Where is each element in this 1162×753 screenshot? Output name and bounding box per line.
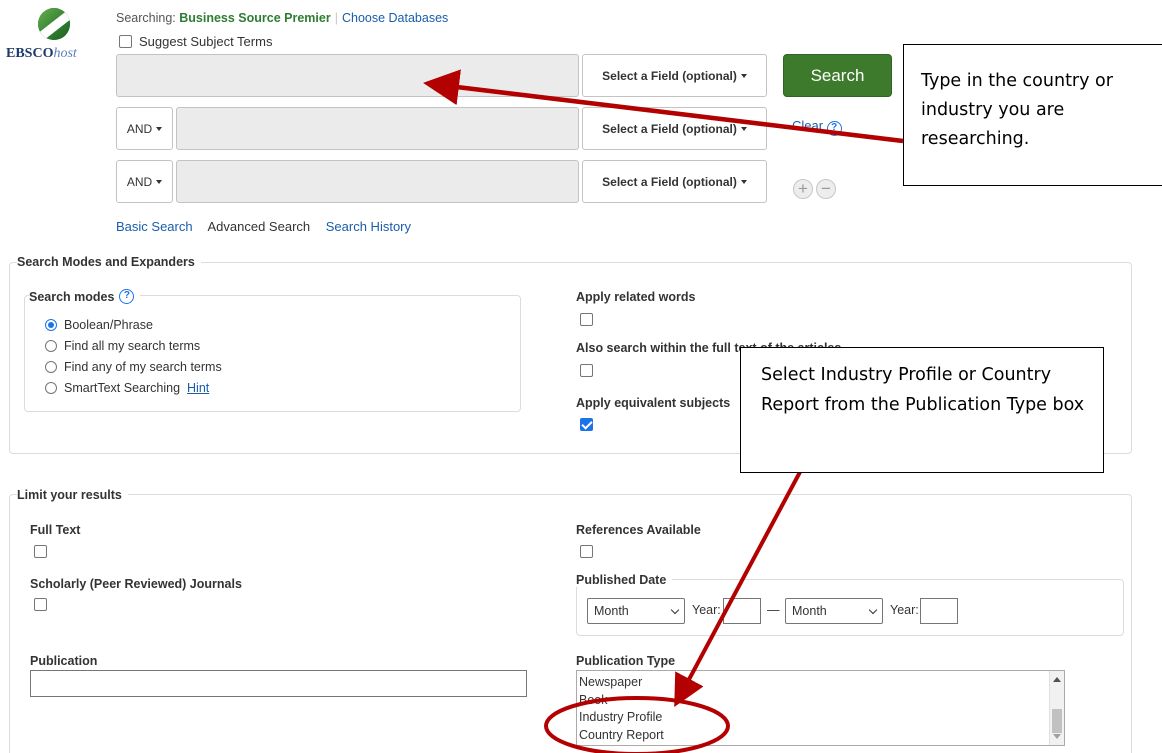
radio-icon[interactable]	[45, 381, 57, 394]
database-name: Business Source Premier	[179, 11, 331, 25]
suggest-subject-terms[interactable]: Suggest Subject Terms	[119, 34, 272, 49]
search-modes-label: Search modes	[29, 289, 115, 304]
full-text-checkbox[interactable]	[34, 545, 47, 558]
add-row-icon[interactable]: +	[793, 179, 813, 199]
date-range-dash: —	[767, 603, 780, 617]
chevron-down-icon	[868, 605, 878, 614]
year-from-label: Year:	[692, 603, 721, 617]
mode-find-any[interactable]: Find any of my search terms	[45, 356, 222, 377]
apply-equivalent-subjects-checkbox[interactable]	[580, 418, 593, 431]
scroll-thumb[interactable]	[1052, 709, 1062, 733]
apply-related-words-label: Apply related words	[576, 290, 696, 304]
publication-type-option[interactable]: Newspaper	[577, 674, 1064, 692]
field-select-3[interactable]: Select a Field (optional)	[582, 160, 767, 203]
caret-down-icon	[740, 179, 747, 184]
publication-type-listbox[interactable]: Newspaper Book Industry Profile Country …	[576, 670, 1065, 746]
ebscohost-logo[interactable]: EBSCOhost	[6, 4, 102, 66]
search-modes-legend: Search modes ?	[29, 289, 141, 304]
advanced-search-label: Advanced Search	[207, 219, 311, 234]
references-available-checkbox[interactable]	[580, 545, 593, 558]
row-controls: + −	[793, 179, 836, 199]
caret-down-icon	[156, 126, 163, 131]
mode-smarttext[interactable]: SmartText Searching Hint	[45, 377, 222, 398]
globe-logo-icon	[38, 8, 70, 40]
mode-boolean-phrase[interactable]: Boolean/Phrase	[45, 314, 222, 335]
callout-type-country: Type in the country or industry you are …	[903, 44, 1162, 186]
logo-wordmark: EBSCOhost	[6, 46, 77, 61]
scroll-down-icon[interactable]	[1053, 734, 1061, 739]
search-input-2[interactable]	[176, 107, 579, 150]
scholarly-checkbox[interactable]	[34, 598, 47, 611]
references-available-label: References Available	[576, 523, 701, 537]
clear-help-icon[interactable]: ?	[826, 121, 842, 136]
publication-type-option[interactable]: Country Report	[577, 727, 1064, 745]
boolean-operator-select-3[interactable]: AND	[116, 160, 173, 203]
limit-results-title: Limit your results	[17, 488, 128, 502]
searching-line: Searching: Business Source Premier | Choos…	[116, 11, 449, 25]
caret-down-icon	[740, 126, 747, 131]
boolean-operator-select-2[interactable]: AND	[116, 107, 173, 150]
caret-down-icon	[156, 179, 163, 184]
hint-link[interactable]: Hint	[187, 381, 209, 395]
basic-search-link[interactable]: Basic Search	[116, 219, 193, 234]
search-type-links: Basic Search Advanced Search Search Hist…	[116, 219, 423, 234]
remove-row-icon[interactable]: −	[816, 179, 836, 199]
clear-search: Clear ?	[792, 118, 842, 136]
chevron-down-icon	[670, 605, 680, 614]
search-modes-list: Boolean/Phrase Find all my search terms …	[45, 314, 222, 398]
radio-selected-icon[interactable]	[45, 318, 57, 331]
suggest-subject-terms-label: Suggest Subject Terms	[139, 34, 273, 49]
search-modes-section-title: Search Modes and Expanders	[17, 255, 201, 269]
year-to-input[interactable]	[920, 598, 958, 624]
field-select-2[interactable]: Select a Field (optional)	[582, 107, 767, 150]
published-date-label: Published Date	[576, 573, 673, 587]
also-search-full-text-checkbox[interactable]	[580, 364, 593, 377]
search-input-3[interactable]	[176, 160, 579, 203]
year-to-label: Year:	[890, 603, 919, 617]
publication-type-label: Publication Type	[576, 654, 676, 668]
listbox-scrollbar[interactable]	[1049, 671, 1064, 745]
search-history-link[interactable]: Search History	[326, 219, 411, 234]
caret-down-icon	[740, 73, 747, 78]
radio-icon[interactable]	[45, 360, 57, 373]
year-from-input[interactable]	[723, 598, 761, 624]
search-button[interactable]: Search	[783, 54, 892, 97]
month-to-select[interactable]: Month	[785, 598, 883, 624]
scroll-up-icon[interactable]	[1053, 677, 1061, 682]
publication-type-option[interactable]: Industry Profile	[577, 709, 1064, 727]
apply-related-words-checkbox[interactable]	[580, 313, 593, 326]
radio-icon[interactable]	[45, 339, 57, 352]
search-modes-help-icon[interactable]: ?	[119, 289, 135, 304]
month-from-select[interactable]: Month	[587, 598, 685, 624]
publication-type-option[interactable]: Book	[577, 692, 1064, 710]
publication-input[interactable]	[30, 670, 527, 697]
field-select-1[interactable]: Select a Field (optional)	[582, 54, 767, 97]
clear-link[interactable]: Clear	[792, 118, 823, 133]
suggest-subject-terms-checkbox[interactable]	[119, 35, 132, 48]
publication-label: Publication	[30, 654, 98, 668]
scholarly-label: Scholarly (Peer Reviewed) Journals	[30, 577, 242, 591]
choose-databases-link[interactable]: Choose Databases	[342, 11, 448, 25]
apply-equivalent-subjects-label: Apply equivalent subjects	[576, 396, 731, 410]
search-input-1[interactable]	[116, 54, 579, 97]
full-text-label: Full Text	[30, 523, 81, 537]
callout-select-publication-type: Select Industry Profile or Country Repor…	[740, 347, 1104, 473]
mode-find-all[interactable]: Find all my search terms	[45, 335, 222, 356]
searching-label: Searching:	[116, 11, 176, 25]
